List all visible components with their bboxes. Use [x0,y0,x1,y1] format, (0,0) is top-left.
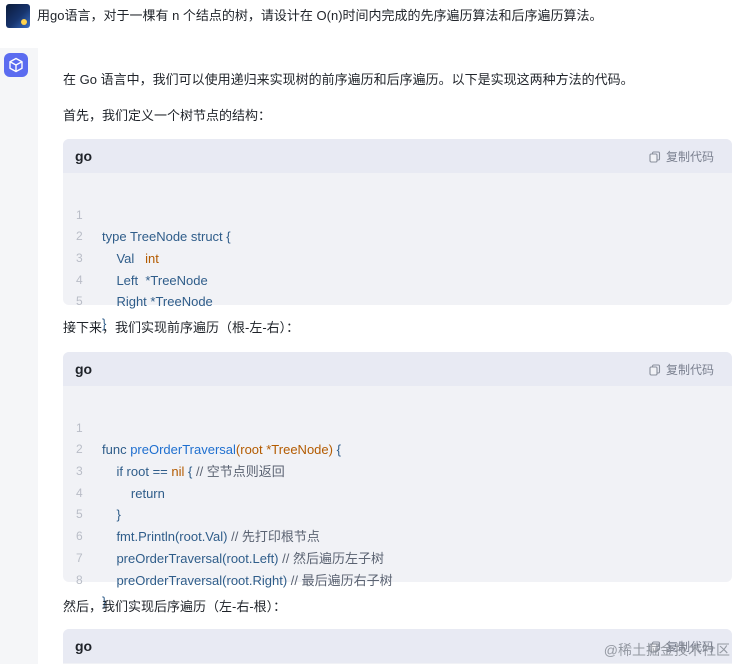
line-number: 8 [76,572,83,587]
copy-icon [649,150,661,163]
assistant-avatar [4,53,28,77]
paragraph-postorder: 然后，我们实现后序遍历（左-右-根）： [63,599,287,614]
code-block-struct: go 复制代码 1 type TreeNode struct { 2 Val i… [63,139,732,331]
user-avatar [6,4,30,28]
code-line: 5 fmt.Println(root.Val) // 先打印根节点 [63,483,732,544]
paragraph-preorder: 接下来，我们实现前序遍历（根-左-右）： [63,320,300,335]
copy-code-label: 复制代码 [665,150,714,164]
line-number: 5 [76,294,83,309]
code-text: Right *TreeNode [102,294,213,310]
user-message: 用go语言，对于一棵有 n 个结点的树，请设计在 O(n)时间内完成的先序遍历算… [0,0,736,36]
code-line: 8 } [63,548,732,610]
copy-code-label: 复制代码 [665,363,714,377]
code-block-header: go 复制代码 [63,352,732,386]
code-line: 5 } [63,270,732,331]
cube-icon [9,57,23,73]
code-line: 1 func preOrderTraversal(root *TreeNode)… [63,396,732,458]
code-line: 2 Val int [63,205,732,266]
code-line: 3 return [63,439,732,501]
code-text: preOrderTraversal(root.Right) // 最后遍历右子树 [102,572,393,588]
code-line: 4 } [63,461,732,523]
code-line: 1 type TreeNode struct { [63,183,732,245]
user-message-text: 用go语言，对于一棵有 n 个结点的树，请设计在 O(n)时间内完成的先序遍历算… [37,8,603,23]
intro-paragraph: 在 Go 语言中，我们可以使用递归来实现树的前序遍历和后序遍历。以下是实现这两种… [63,72,634,87]
code-language-label: go [75,638,93,654]
code-line: 6 preOrderTraversal(root.Left) // 然后遍历左子… [63,504,732,566]
code-language-label: go [75,148,93,164]
code-block-header: go 复制代码 [63,139,732,173]
code-line: 7 preOrderTraversal(root.Right) // 最后遍历右… [63,526,732,588]
code-body: 1 func preOrderTraversal(root *TreeNode)… [63,386,732,610]
assistant-avatar-column [0,48,38,664]
watermark: @稀土掘金技术社区 [603,642,730,658]
paragraph-struct: 首先，我们定义一个树节点的结构： [63,108,272,123]
code-body: 1 type TreeNode struct { 2 Val int 3 Lef… [63,173,732,331]
code-line: 4 Right *TreeNode [63,248,732,310]
code-block-preorder: go 复制代码 1 func preOrderTraversal(root *T… [63,352,732,610]
copy-icon [649,363,661,376]
code-line: 2 if root == nil { // 空节点则返回 [63,418,732,479]
code-language-label: go [75,361,93,377]
code-line: 3 Left *TreeNode [63,226,732,288]
copy-code-button[interactable]: 复制代码 [649,148,714,165]
copy-code-button[interactable]: 复制代码 [649,361,714,378]
